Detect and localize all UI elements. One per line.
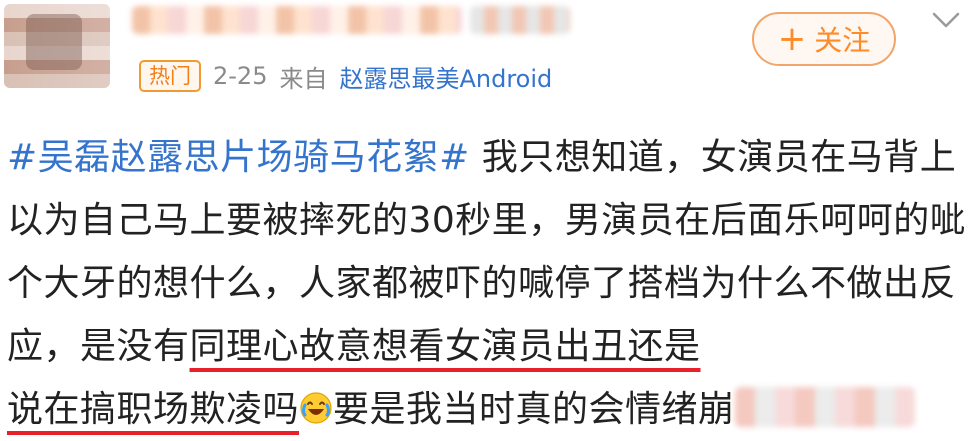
- hot-badge: 热门: [139, 60, 201, 92]
- underlined-phrase-1: 同理心故意想看女演员出丑还是: [189, 326, 701, 367]
- post-meta: 热门 2-25 来自 赵露思最美Android: [139, 59, 552, 94]
- blurred-text-tail: [734, 387, 915, 427]
- source-device[interactable]: 赵露思最美Android: [339, 59, 552, 94]
- avatar[interactable]: [4, 4, 110, 88]
- hashtag-link[interactable]: #吴磊赵露思片场骑马花絮#: [7, 137, 470, 178]
- underlined-phrase-2: 说在搞职场欺凌吗: [7, 389, 300, 430]
- source-prefix: 来自: [279, 64, 328, 93]
- username-badges-blurred: [470, 6, 570, 34]
- post-text-part2: 要是我当时真的会情绪崩: [333, 389, 735, 430]
- follow-button[interactable]: + 关注: [752, 12, 896, 66]
- plus-icon: +: [777, 19, 807, 59]
- username-blurred[interactable]: [132, 6, 462, 34]
- chevron-down-icon[interactable]: [931, 10, 961, 30]
- post-date: 2-25: [213, 62, 268, 90]
- post-body: #吴磊赵露思片场骑马花絮# 我只想知道，女演员在马背上以为自己马上要被摔死的30…: [7, 126, 972, 441]
- crying-laughing-emoji-icon: [300, 392, 332, 424]
- follow-label: 关注: [814, 24, 871, 57]
